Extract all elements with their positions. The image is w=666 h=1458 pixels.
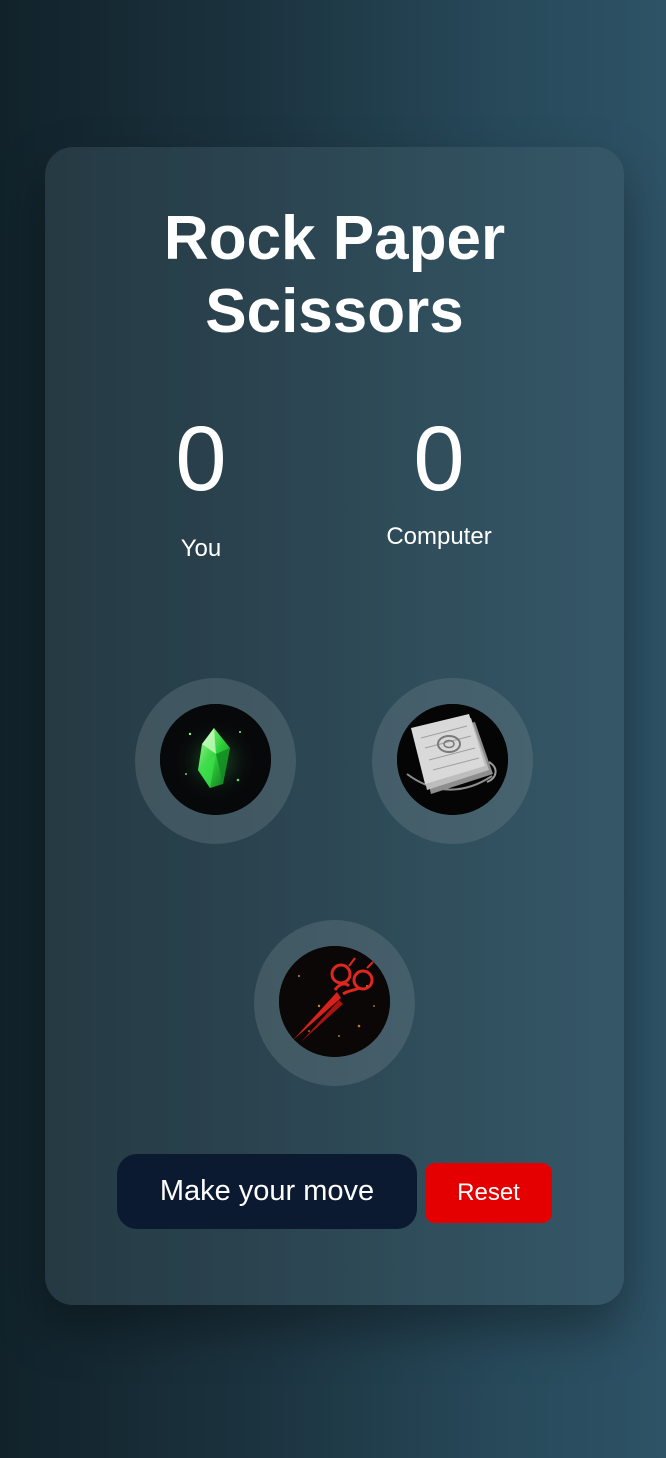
player-label: You	[180, 535, 222, 562]
computer-score-panel: 0 Computer	[339, 413, 539, 551]
game-card: Rock Paper Scissors 0 You 0 Computer Mak…	[45, 147, 624, 1305]
rock-image	[160, 704, 271, 815]
computer-label: Computer	[386, 523, 492, 550]
computer-score: 0	[413, 408, 465, 510]
red-scissors-icon	[279, 946, 390, 1057]
scissors-choice-button[interactable]	[254, 920, 415, 1086]
paper-stack-icon	[397, 704, 508, 815]
rock-choice-button[interactable]	[135, 678, 296, 844]
player-score: 0	[175, 408, 227, 510]
green-crystal-icon	[160, 704, 271, 815]
reset-button[interactable]: Reset	[425, 1163, 552, 1223]
paper-choice-button[interactable]	[372, 678, 533, 844]
game-title: Rock Paper Scissors	[163, 204, 506, 346]
status-message: Make your move	[117, 1154, 417, 1229]
paper-image	[397, 704, 508, 815]
scissors-image	[279, 946, 390, 1057]
player-score-panel: 0 You	[101, 413, 301, 563]
